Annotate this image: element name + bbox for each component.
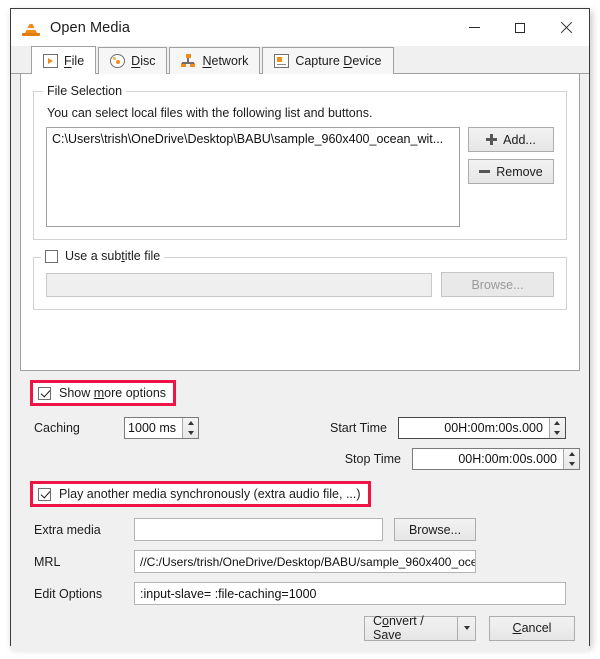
play-another-label: Play another media synchronously (extra … [59,487,361,501]
start-time-spinner[interactable]: 00H:00m:00s.000 [397,417,566,439]
caching-spinner-buttons[interactable] [182,418,198,438]
edit-options-label: Edit Options [34,586,103,601]
media-tabs: File Disc Network Capture Device [11,46,589,75]
capture-device-icon [274,54,290,68]
use-subtitle-checkbox[interactable]: Use a subtitle file [41,249,165,263]
title-bar: Open Media [11,9,589,46]
chevron-down-icon [554,431,561,435]
subtitle-browse-button[interactable]: Browse... [441,272,554,297]
extra-media-browse-button[interactable]: Browse... [394,518,476,541]
caching-label: Caching [34,421,80,435]
remove-button-label: Remove [496,164,543,179]
use-subtitle-checkbox-box[interactable] [45,249,58,263]
stop-time-spinner-down[interactable] [564,459,579,469]
start-time-label: Start Time [330,421,387,435]
mrl-input[interactable]: //C:/Users/trish/OneDrive/Desktop/BABU/s… [134,550,476,573]
minimize-button[interactable] [451,9,497,46]
tab-network[interactable]: Network [169,47,261,74]
dialog-footer: Convert / Save Cancel [11,605,589,651]
play-another-highlight: Play another media synchronously (extra … [30,481,371,507]
stop-time-value: 00H:00m:00s.000 [458,452,557,466]
mrl-label: MRL [34,554,61,569]
add-button-label: Add... [503,132,536,147]
close-icon [560,22,572,34]
extra-media-browse-label: Browse... [408,522,462,537]
mrl-value: //C:/Users/trish/OneDrive/Desktop/BABU/s… [140,554,475,569]
vlc-cone-icon [22,18,40,37]
extra-media-input[interactable] [134,518,383,541]
cancel-label: Cancel [512,621,552,635]
tab-file[interactable]: File [31,46,97,75]
subtitle-group: Use a subtitle file Browse... [33,249,567,310]
subtitle-browse-label: Browse... [471,277,524,292]
file-selection-title: File Selection [43,84,127,98]
minimize-icon [468,27,480,28]
convert-save-split-button: Convert / Save [364,614,476,642]
plus-icon [486,134,498,145]
stop-time-spinner-buttons[interactable] [563,449,579,469]
start-time-spinner-buttons[interactable] [548,418,565,438]
caching-spinner-up[interactable] [183,418,198,428]
tab-disc-label: Disc [131,54,156,68]
tab-file-label: File [64,53,85,68]
chevron-up-icon [554,421,561,425]
extra-media-label: Extra media [34,522,101,537]
use-subtitle-label: Use a subtitle file [65,249,161,263]
tab-capture-device[interactable]: Capture Device [262,47,394,74]
tab-disc[interactable]: Disc [98,47,168,74]
start-time-spinner-down[interactable] [550,428,565,438]
file-icon [43,53,58,68]
file-selection-hint: You can select local files with the foll… [47,106,373,120]
maximize-icon [515,22,525,33]
tab-network-label: Network [202,54,249,68]
chevron-down-icon [568,462,575,466]
chevron-down-icon [463,626,470,630]
start-time-value: 00H:00m:00s.000 [444,421,543,435]
file-list[interactable]: C:\Users\trish\OneDrive\Desktop\BABU\sam… [46,127,460,227]
stop-time-spinner[interactable]: 00H:00m:00s.000 [412,448,580,470]
tab-capture-device-label: Capture Device [295,54,382,68]
stop-time-spinner-up[interactable] [564,449,579,459]
chevron-up-icon [568,452,575,456]
file-buttons: Add... Remove [468,127,554,184]
convert-save-label: Convert / Save [373,614,424,642]
more-options-area: Show more options Caching 1000 ms Start … [11,371,589,605]
show-more-options-checkbox[interactable] [38,386,51,400]
disc-icon [110,54,126,68]
show-more-options-highlight: Show more options [30,380,177,406]
start-time-spinner-up[interactable] [550,418,565,428]
maximize-button[interactable] [497,9,543,46]
file-list-item[interactable]: C:\Users\trish\OneDrive\Desktop\BABU\sam… [52,132,454,146]
convert-save-button[interactable]: Convert / Save [364,614,457,642]
caching-spinner[interactable]: 1000 ms [124,417,199,439]
chevron-up-icon [187,421,194,425]
caching-value: 1000 ms [128,421,176,435]
add-button[interactable]: Add... [468,127,554,152]
close-button[interactable] [543,9,589,46]
remove-button[interactable]: Remove [468,159,554,184]
file-tab-panel: File Selection You can select local file… [20,74,580,371]
subtitle-path-input[interactable] [46,272,432,297]
edit-options-value: :input-slave= :file-caching=1000 [140,586,317,601]
chevron-down-icon [187,431,194,435]
edit-options-input[interactable]: :input-slave= :file-caching=1000 [134,582,566,605]
show-more-options-label: Show more options [59,386,167,400]
window-controls [451,9,589,46]
file-selection-group: File Selection You can select local file… [33,84,567,240]
network-icon [181,54,196,68]
cancel-button[interactable]: Cancel [489,615,575,641]
minus-icon [479,170,491,173]
open-media-dialog: Open Media File Disc Network Capture Dev… [10,8,590,651]
caching-spinner-down[interactable] [183,428,198,438]
convert-save-dropdown-button[interactable] [457,615,476,641]
play-another-checkbox[interactable] [38,487,51,501]
stop-time-label: Stop Time [344,452,401,466]
window-title: Open Media [50,19,130,36]
